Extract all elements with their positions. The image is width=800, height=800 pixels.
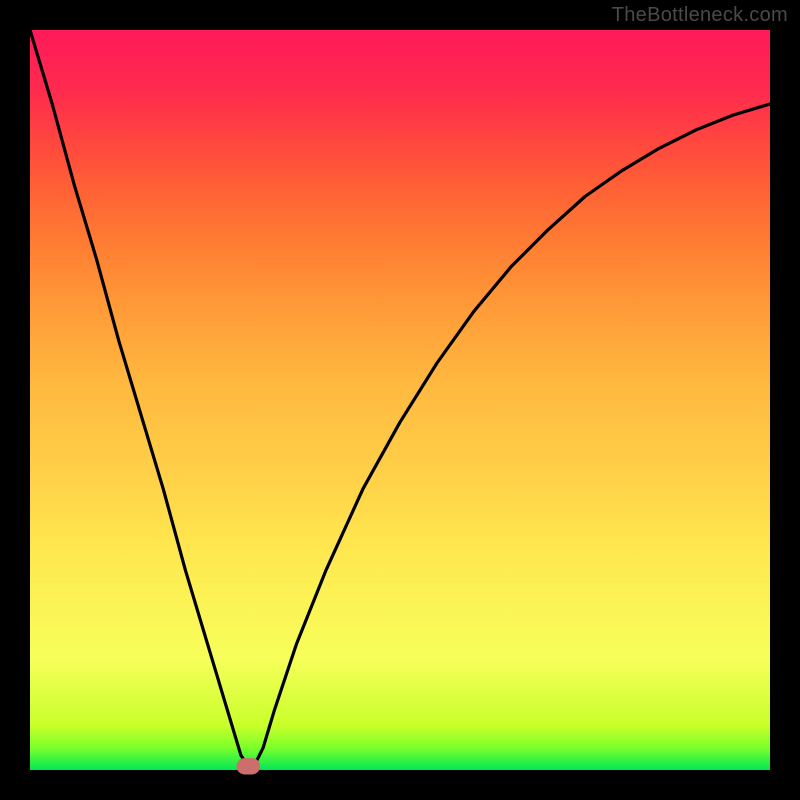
- chart-frame: TheBottleneck.com: [0, 0, 800, 800]
- attribution-text: TheBottleneck.com: [612, 4, 788, 27]
- point-marker: [236, 758, 260, 774]
- bottleneck-curve: [30, 30, 770, 766]
- chart-svg: [30, 30, 770, 770]
- plot-area: [30, 30, 770, 770]
